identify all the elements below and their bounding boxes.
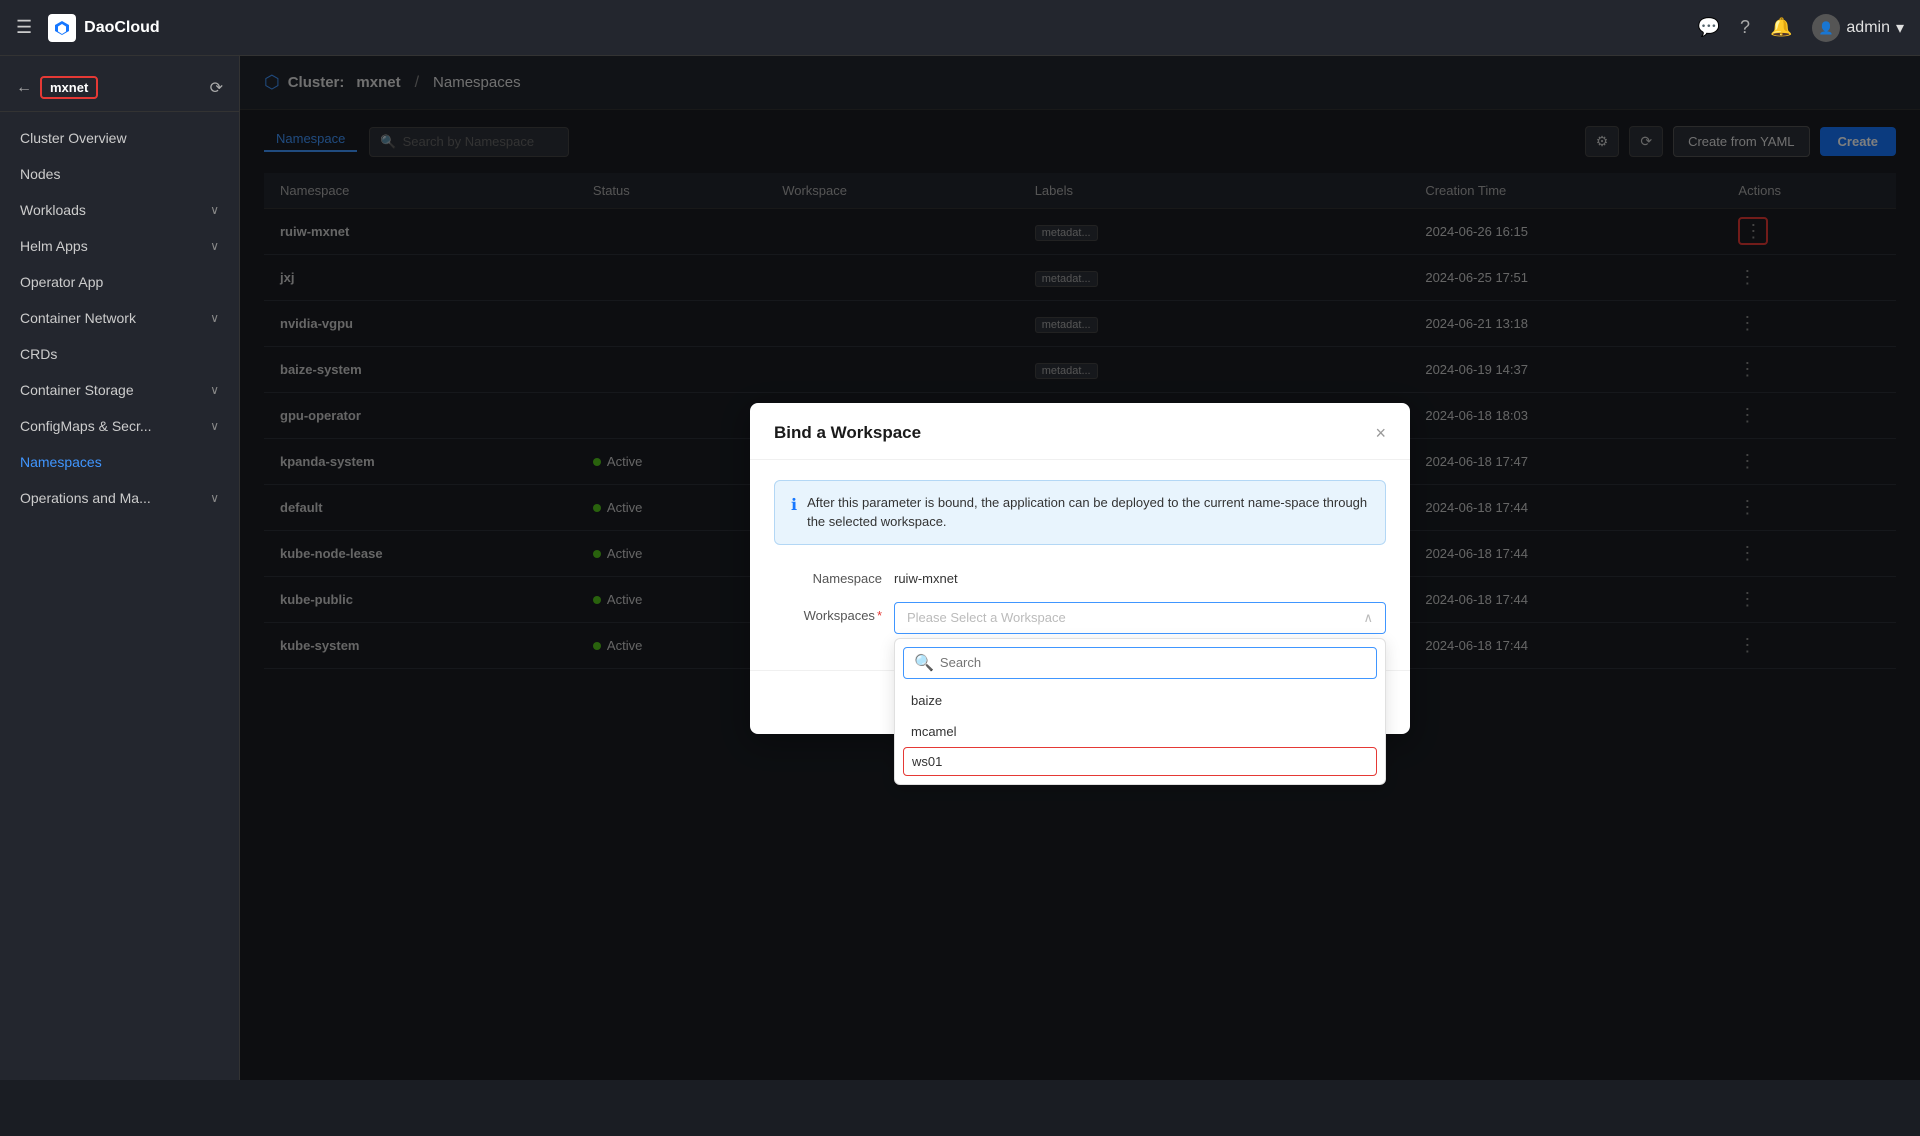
namespace-row: Namespace ruiw-mxnet: [774, 565, 1386, 586]
sidebar: ← mxnet ⟳ Cluster Overview Nodes Workloa…: [0, 56, 240, 1080]
modal-title: Bind a Workspace: [774, 423, 921, 443]
sidebar-item-container-network[interactable]: Container Network ∨: [0, 300, 239, 336]
workspace-option-baize[interactable]: baize: [895, 685, 1385, 716]
sidebar-item-workloads[interactable]: Workloads ∨: [0, 192, 239, 228]
back-button[interactable]: ←: [16, 79, 32, 97]
workspaces-label: Workspaces*: [774, 602, 894, 623]
namespace-value: ruiw-mxnet: [894, 565, 958, 586]
info-banner: ℹ After this parameter is bound, the app…: [774, 480, 1386, 545]
topnav-right: 💬 ? 🔔 👤 admin ▾: [1698, 14, 1904, 42]
sidebar-item-label: ConfigMaps & Secr...: [20, 418, 152, 434]
sidebar-item-cluster-overview[interactable]: Cluster Overview: [0, 120, 239, 156]
workspace-option-mcamel[interactable]: mcamel: [895, 716, 1385, 747]
refresh-icon[interactable]: ⟳: [210, 78, 223, 98]
username: admin: [1846, 19, 1890, 37]
dropdown-placeholder: Please Select a Workspace: [907, 610, 1066, 625]
bell-icon[interactable]: 🔔: [1770, 17, 1792, 38]
chevron-down-icon: ∨: [210, 491, 219, 505]
logo-icon: [48, 14, 76, 42]
sidebar-nav: Cluster Overview Nodes Workloads ∨ Helm …: [0, 112, 239, 1080]
sidebar-item-label: Cluster Overview: [20, 130, 127, 146]
chevron-down-icon: ∨: [210, 239, 219, 253]
workspace-search-box[interactable]: 🔍: [903, 647, 1377, 679]
topnav: ☰ DaoCloud 💬 ? 🔔 👤 admin ▾: [0, 0, 1920, 56]
cluster-label[interactable]: mxnet: [40, 76, 98, 99]
sidebar-item-label: Workloads: [20, 202, 86, 218]
workspace-search-input[interactable]: [940, 655, 1366, 670]
workspaces-dropdown-trigger[interactable]: Please Select a Workspace ∧: [894, 602, 1386, 634]
chevron-down-icon: ∨: [210, 203, 219, 217]
sidebar-item-crds[interactable]: CRDs: [0, 336, 239, 372]
sidebar-item-label: Helm Apps: [20, 238, 88, 254]
chevron-down-icon: ▾: [1896, 18, 1904, 38]
modal-overlay: Bind a Workspace × ℹ After this paramete…: [240, 56, 1920, 1080]
sidebar-item-container-storage[interactable]: Container Storage ∨: [0, 372, 239, 408]
workspaces-dropdown-menu: 🔍 baize mcamel ws01: [894, 638, 1386, 785]
user-avatar[interactable]: 👤 admin ▾: [1812, 14, 1904, 42]
help-icon[interactable]: ?: [1740, 17, 1750, 38]
chevron-down-icon: ∨: [210, 383, 219, 397]
sidebar-item-label: Nodes: [20, 166, 60, 182]
sidebar-item-label: CRDs: [20, 346, 57, 362]
sidebar-item-label: Operator App: [20, 274, 103, 290]
sidebar-item-label: Namespaces: [20, 454, 102, 470]
workspaces-row: Workspaces* Please Select a Workspace ∧ …: [774, 602, 1386, 634]
bind-workspace-modal: Bind a Workspace × ℹ After this paramete…: [750, 403, 1410, 734]
sidebar-item-label: Operations and Ma...: [20, 490, 151, 506]
sidebar-item-label: Container Storage: [20, 382, 134, 398]
logo: DaoCloud: [48, 14, 1697, 42]
chat-icon[interactable]: 💬: [1698, 17, 1720, 38]
modal-header: Bind a Workspace ×: [750, 403, 1410, 460]
workspaces-dropdown-container: Please Select a Workspace ∧ 🔍 baize mcam…: [894, 602, 1386, 634]
sidebar-item-configmaps[interactable]: ConfigMaps & Secr... ∨: [0, 408, 239, 444]
chevron-up-icon: ∧: [1363, 610, 1373, 626]
search-icon: 🔍: [914, 653, 934, 673]
avatar-circle: 👤: [1812, 14, 1840, 42]
info-text: After this parameter is bound, the appli…: [807, 493, 1369, 532]
sidebar-item-operations[interactable]: Operations and Ma... ∨: [0, 480, 239, 516]
sidebar-item-operator-app[interactable]: Operator App: [0, 264, 239, 300]
info-icon: ℹ: [791, 494, 797, 518]
logo-text: DaoCloud: [84, 19, 160, 37]
sidebar-header: ← mxnet ⟳: [0, 64, 239, 112]
modal-body: ℹ After this parameter is bound, the app…: [750, 460, 1410, 670]
sidebar-item-nodes[interactable]: Nodes: [0, 156, 239, 192]
sidebar-item-helm-apps[interactable]: Helm Apps ∨: [0, 228, 239, 264]
modal-close-button[interactable]: ×: [1375, 424, 1386, 442]
namespace-label: Namespace: [774, 565, 894, 586]
workspace-option-ws01[interactable]: ws01: [903, 747, 1377, 776]
chevron-down-icon: ∨: [210, 311, 219, 325]
sidebar-item-label: Container Network: [20, 310, 136, 326]
chevron-down-icon: ∨: [210, 419, 219, 433]
menu-icon[interactable]: ☰: [16, 17, 32, 38]
sidebar-item-namespaces[interactable]: Namespaces: [0, 444, 239, 480]
